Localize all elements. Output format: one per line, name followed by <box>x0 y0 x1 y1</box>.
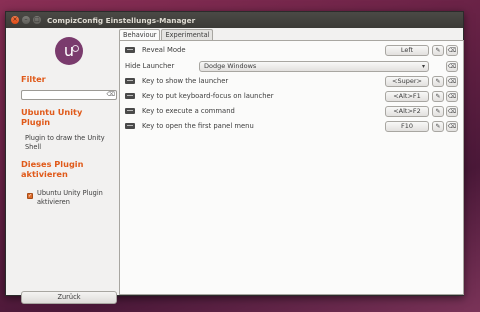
setting-label: Key to put keyboard-focus on launcher <box>142 92 274 100</box>
filter-input[interactable]: ⌫ <box>21 90 117 100</box>
setting-row-execute-command-key: Key to execute a command <Alt>F2 ✎ ⌫ <box>123 106 460 118</box>
enable-heading: Dieses Plugin aktivieren <box>21 159 84 179</box>
edit-icon[interactable]: ✎ <box>432 106 444 117</box>
enable-plugin-label[interactable]: Ubuntu Unity Plugin aktivieren <box>37 189 107 206</box>
setting-row-focus-launcher-key: Key to put keyboard-focus on launcher <A… <box>123 91 460 103</box>
reset-icon[interactable]: ⌫ <box>446 61 458 72</box>
back-button[interactable]: Zurück <box>21 291 117 304</box>
reset-icon[interactable]: ⌫ <box>446 91 458 102</box>
reveal-mode-button[interactable]: Left <box>385 45 429 56</box>
sidebar: u Filter ⌫ Ubuntu Unity Plugin Plugin to… <box>11 34 117 304</box>
edit-icon[interactable]: ✎ <box>432 45 444 56</box>
reset-icon[interactable]: ⌫ <box>446 45 458 56</box>
setting-label: Hide Launcher <box>125 62 175 70</box>
clear-filter-icon[interactable]: ⌫ <box>107 91 115 99</box>
tab-experimental[interactable]: Experimental <box>161 29 214 40</box>
setting-row-hide-launcher: Hide Launcher Dodge Windows ▾ ⌫ <box>123 61 460 73</box>
show-launcher-key-button[interactable]: <Super> <box>385 76 429 87</box>
unity-logo-icon: u <box>55 37 83 65</box>
plugin-description: Plugin to draw the Unity Shell <box>25 134 105 151</box>
setting-label: Reveal Mode <box>142 46 186 54</box>
edit-icon[interactable]: ✎ <box>432 121 444 132</box>
hide-launcher-select[interactable]: Dodge Windows ▾ <box>199 61 429 72</box>
keyboard-icon <box>125 78 135 84</box>
keyboard-icon <box>125 108 135 114</box>
window-title: CompizConfig Einstellungs-Manager <box>47 15 196 25</box>
setting-label: Key to show the launcher <box>142 77 229 85</box>
select-value: Dodge Windows <box>204 62 257 70</box>
keyboard-icon <box>125 123 135 129</box>
close-button[interactable]: × <box>11 16 19 24</box>
tab-behaviour[interactable]: Behaviour <box>119 29 161 40</box>
minimize-button[interactable]: – <box>22 16 30 24</box>
keyboard-icon <box>125 93 135 99</box>
reset-icon[interactable]: ⌫ <box>446 106 458 117</box>
setting-row-show-launcher-key: Key to show the launcher <Super> ✎ ⌫ <box>123 76 460 88</box>
app-window: × – □ CompizConfig Einstellungs-Manager … <box>5 11 464 304</box>
execute-command-key-button[interactable]: <Alt>F2 <box>385 106 429 117</box>
title-bar: × – □ CompizConfig Einstellungs-Manager <box>6 12 463 28</box>
panel-menu-key-button[interactable]: F10 <box>385 121 429 132</box>
filter-heading: Filter <box>21 74 46 84</box>
setting-row-reveal-mode: Reveal Mode Left ✎ ⌫ <box>123 45 460 57</box>
setting-label: Key to execute a command <box>142 107 235 115</box>
reset-icon[interactable]: ⌫ <box>446 76 458 87</box>
edit-icon[interactable]: ✎ <box>432 76 444 87</box>
keyboard-icon <box>125 47 135 53</box>
enable-plugin-checkbox[interactable]: ✓ <box>27 193 33 199</box>
settings-panel: Reveal Mode Left ✎ ⌫ Hide Launcher Dodge… <box>119 40 464 295</box>
reset-icon[interactable]: ⌫ <box>446 121 458 132</box>
edit-icon[interactable]: ✎ <box>432 91 444 102</box>
plugin-heading: Ubuntu Unity Plugin <box>21 107 83 127</box>
focus-launcher-key-button[interactable]: <Alt>F1 <box>385 91 429 102</box>
chevron-down-icon: ▾ <box>421 63 425 70</box>
tab-bar: Behaviour Experimental <box>119 29 214 40</box>
setting-label: Key to open the first panel menu <box>142 122 254 130</box>
maximize-button[interactable]: □ <box>33 16 41 24</box>
logo-ring <box>72 45 79 52</box>
setting-row-panel-menu-key: Key to open the first panel menu F10 ✎ ⌫ <box>123 121 460 133</box>
